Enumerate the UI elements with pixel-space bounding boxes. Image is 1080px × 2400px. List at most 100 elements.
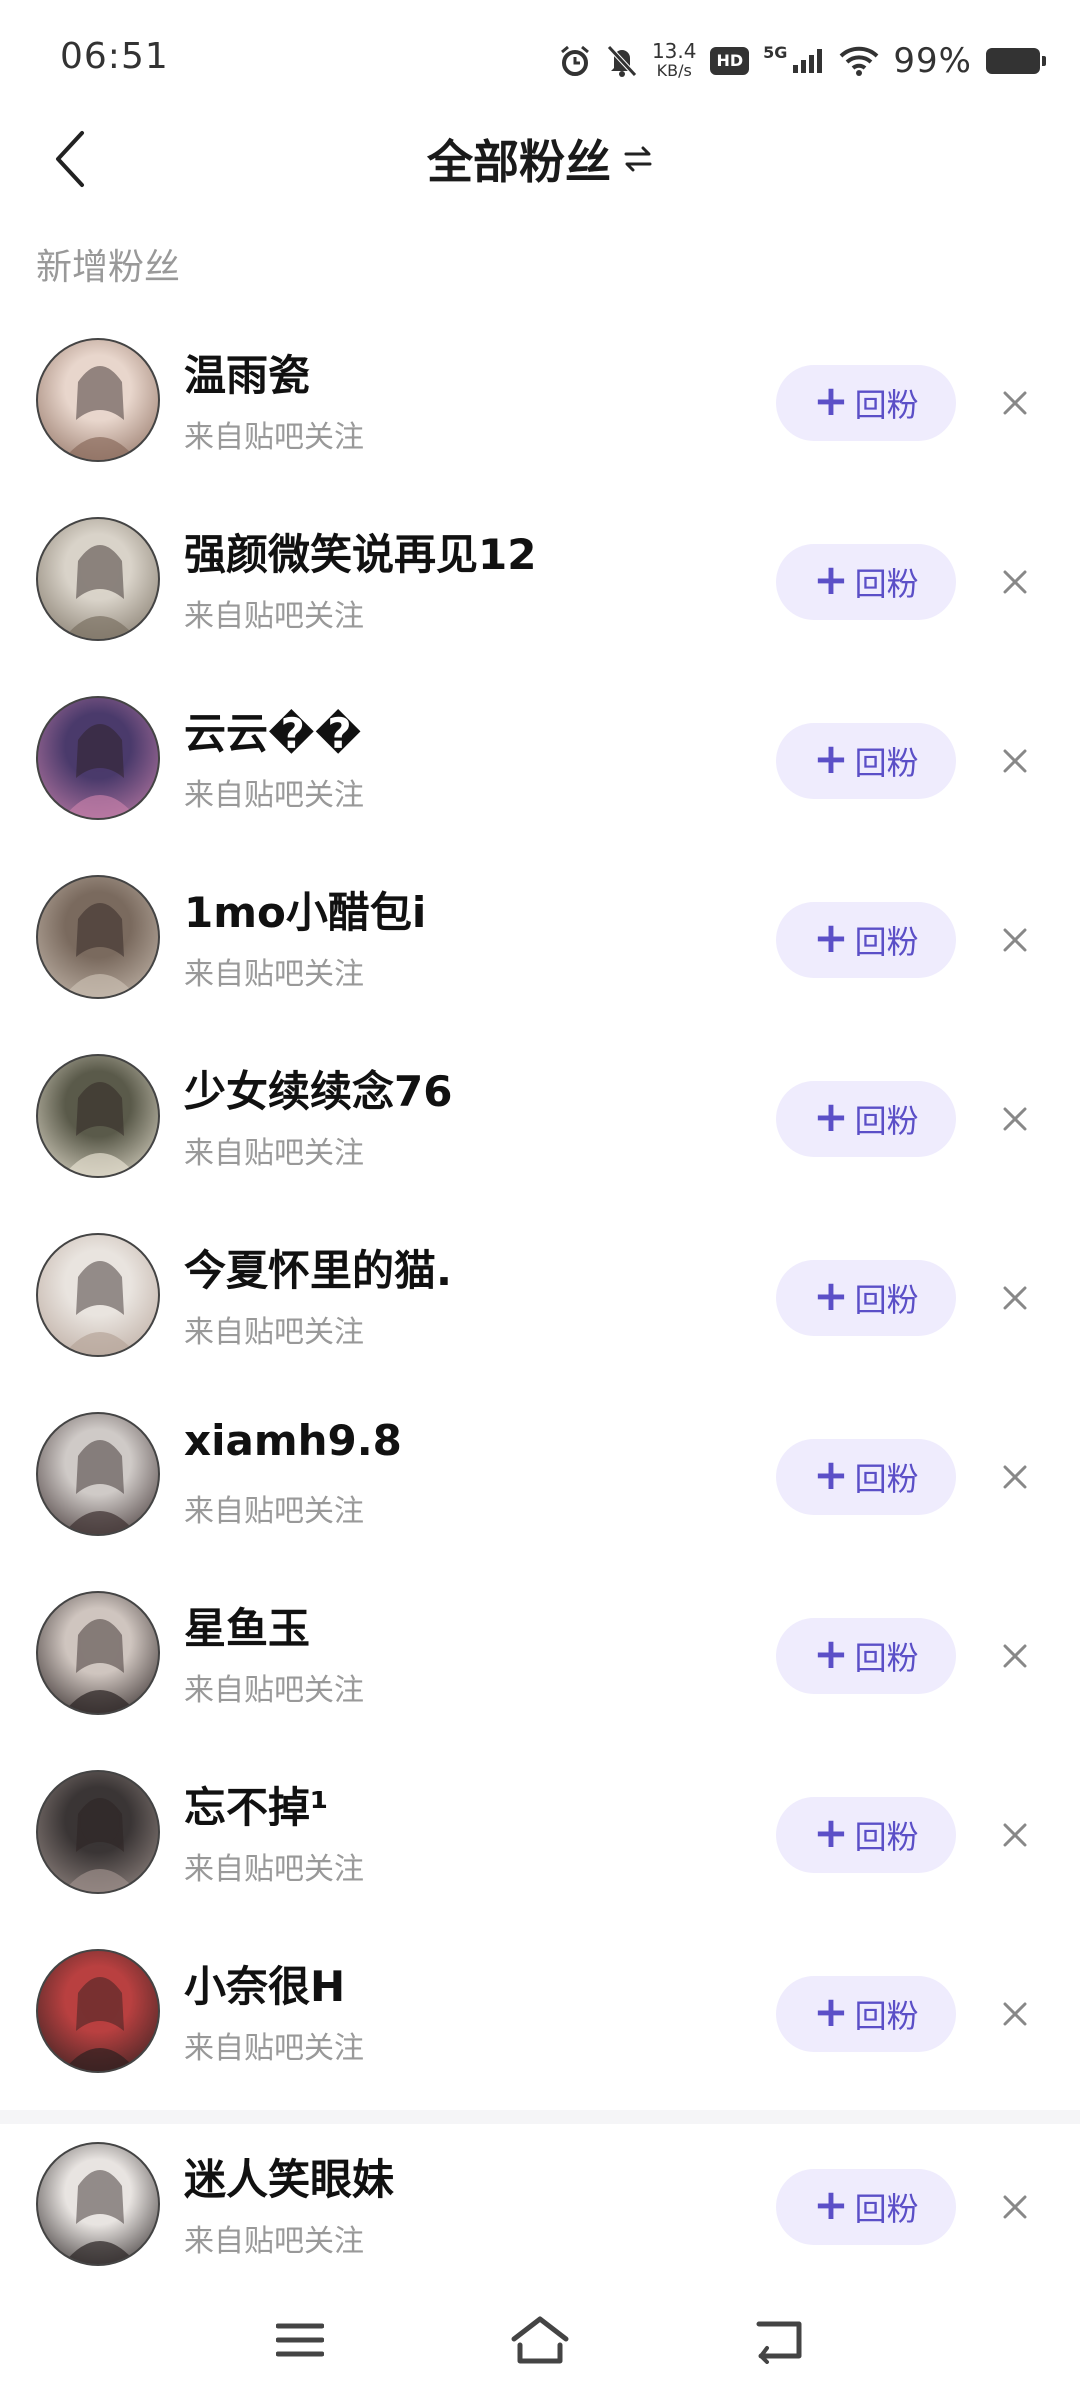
close-icon — [1003, 1823, 1027, 1847]
follow-back-button[interactable]: + 回粉 — [776, 365, 956, 441]
follow-back-button[interactable]: + 回粉 — [776, 1618, 956, 1694]
follow-back-label: 回粉 — [854, 1281, 919, 1319]
follow-back-button[interactable]: + 回粉 — [776, 2169, 956, 2245]
dismiss-button[interactable] — [990, 557, 1040, 607]
net-speed-value: 13.4 — [651, 39, 697, 63]
close-icon — [1003, 928, 1027, 952]
system-nav-bar — [0, 2285, 1080, 2400]
close-icon — [1003, 2195, 1027, 2219]
close-icon — [1003, 570, 1027, 594]
avatar-image — [63, 1619, 137, 1713]
avatar[interactable] — [36, 1591, 160, 1715]
plus-icon: + — [813, 1987, 849, 2036]
dismiss-button[interactable] — [990, 736, 1040, 786]
plus-icon: + — [813, 1092, 849, 1141]
title-switcher[interactable]: 全部粉丝 — [0, 114, 1080, 204]
list-item[interactable]: xiamh9.8 来自贴吧关注 + 回粉 — [0, 1394, 1080, 1573]
close-icon — [1003, 1107, 1027, 1131]
section-label: 新增粉丝 — [36, 247, 181, 288]
status-time: 06:51 — [60, 36, 169, 77]
follow-back-label: 回粉 — [854, 1818, 919, 1856]
follow-back-button[interactable]: + 回粉 — [776, 1976, 956, 2052]
list-item[interactable]: 小奈很H 来自贴吧关注 + 回粉 — [0, 1931, 1080, 2110]
dismiss-button[interactable] — [990, 1452, 1040, 1502]
avatar[interactable] — [36, 1412, 160, 1536]
avatar[interactable] — [36, 338, 160, 462]
list-item[interactable]: 忘不掉¹ 来自贴吧关注 + 回粉 — [0, 1752, 1080, 1931]
dismiss-button[interactable] — [990, 1810, 1040, 1860]
header: 全部粉丝 — [0, 100, 1080, 220]
dismiss-button[interactable] — [990, 1631, 1040, 1681]
list-item[interactable]: 少女续续念76 来自贴吧关注 + 回粉 — [0, 1036, 1080, 1215]
fan-source: 来自贴吧关注 — [184, 420, 364, 455]
dismiss-button[interactable] — [990, 2182, 1040, 2232]
avatar-image — [63, 1440, 137, 1534]
follow-back-label: 回粉 — [854, 565, 919, 603]
dismiss-button[interactable] — [990, 1989, 1040, 2039]
plus-icon: + — [813, 734, 849, 783]
section-divider — [0, 2110, 1080, 2124]
avatar[interactable] — [36, 1770, 160, 1894]
avatar[interactable] — [36, 875, 160, 999]
fan-source: 来自贴吧关注 — [184, 2224, 364, 2259]
avatar-image — [63, 545, 137, 639]
list-item[interactable]: 强颜微笑说再见12 来自贴吧关注 + 回粉 — [0, 499, 1080, 678]
avatar[interactable] — [36, 1054, 160, 1178]
back-icon — [756, 2321, 802, 2364]
fan-source: 来自贴吧关注 — [184, 2031, 364, 2066]
fan-name: 星鱼玉 — [184, 1604, 311, 1653]
follow-back-label: 回粉 — [854, 744, 919, 782]
status-bar: 06:51 13.4 KB/s HD 5G 99% — [0, 0, 1080, 100]
swap-arrows-icon — [623, 144, 653, 174]
follow-back-button[interactable]: + 回粉 — [776, 723, 956, 799]
fan-name: 忘不掉¹ — [184, 1783, 329, 1832]
follow-back-label: 回粉 — [854, 1460, 919, 1498]
status-icons: 13.4 KB/s HD 5G 99% — [558, 36, 1046, 86]
follow-back-label: 回粉 — [854, 1997, 919, 2035]
avatar[interactable] — [36, 1233, 160, 1357]
home-icon — [511, 2316, 569, 2364]
follow-back-button[interactable]: + 回粉 — [776, 1439, 956, 1515]
avatar[interactable] — [36, 517, 160, 641]
dismiss-button[interactable] — [990, 1273, 1040, 1323]
follow-back-button[interactable]: + 回粉 — [776, 902, 956, 978]
avatar[interactable] — [36, 1949, 160, 2073]
close-icon — [1003, 1644, 1027, 1668]
fan-source: 来自贴吧关注 — [184, 599, 364, 634]
plus-icon: + — [813, 2180, 849, 2229]
dismiss-button[interactable] — [990, 915, 1040, 965]
plus-icon: + — [813, 1271, 849, 1320]
back-nav-button[interactable] — [740, 2305, 820, 2375]
list-item[interactable]: 温雨瓷 来自贴吧关注 + 回粉 — [0, 320, 1080, 499]
list-item[interactable]: 迷人笑眼妹来自贴吧关注 + 回粉 — [0, 2124, 1080, 2303]
avatar[interactable] — [36, 2142, 160, 2266]
follow-back-button[interactable]: + 回粉 — [776, 1081, 956, 1157]
menu-icon — [276, 2323, 324, 2357]
plus-icon: + — [813, 376, 849, 425]
plus-icon: + — [813, 1808, 849, 1857]
fan-name: 少女续续念76 — [184, 1067, 453, 1116]
follow-back-label: 回粉 — [854, 923, 919, 961]
list-item[interactable]: 云云�� 来自贴吧关注 + 回粉 — [0, 678, 1080, 857]
follow-back-button[interactable]: + 回粉 — [776, 1797, 956, 1873]
follow-back-button[interactable]: + 回粉 — [776, 544, 956, 620]
avatar-image — [63, 1082, 137, 1176]
battery-percent: 99% — [893, 41, 972, 81]
signal-label: 5G — [763, 42, 788, 62]
dismiss-button[interactable] — [990, 1094, 1040, 1144]
dismiss-button[interactable] — [990, 378, 1040, 428]
list-item[interactable]: 今夏怀里的猫. 来自贴吧关注 + 回粉 — [0, 1215, 1080, 1394]
fan-source: 来自贴吧关注 — [184, 778, 364, 813]
menu-button[interactable] — [260, 2305, 340, 2375]
battery-icon — [986, 48, 1046, 74]
list-item[interactable]: 1mo小醋包i 来自贴吧关注 + 回粉 — [0, 857, 1080, 1036]
follow-back-button[interactable]: + 回粉 — [776, 1260, 956, 1336]
avatar[interactable] — [36, 696, 160, 820]
home-button[interactable] — [500, 2305, 580, 2375]
fan-name: 迷人笑眼妹 — [184, 2155, 395, 2204]
plus-icon: + — [813, 1629, 849, 1678]
fan-name: 今夏怀里的猫. — [184, 1246, 452, 1295]
close-icon — [1003, 2002, 1027, 2026]
list-item[interactable]: 星鱼玉 来自贴吧关注 + 回粉 — [0, 1573, 1080, 1752]
follow-back-label: 回粉 — [854, 386, 919, 424]
